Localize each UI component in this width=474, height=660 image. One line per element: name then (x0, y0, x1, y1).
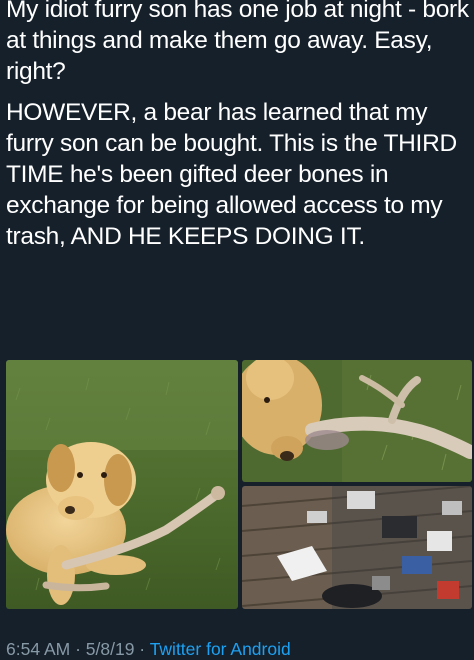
photo-dog-sniffing-bone[interactable] (242, 360, 472, 482)
photo-dog-with-bone[interactable] (6, 360, 238, 609)
tweet-date: 5/8/19 (85, 639, 135, 659)
tweet-time: 6:54 AM (6, 639, 71, 659)
tweet-meta: 6:54 AM · 5/8/19 · Twitter for Android (6, 638, 291, 660)
tweet-paragraph-2: HOWEVER, a bear has learned that my furr… (6, 99, 457, 250)
photo-scattered-trash[interactable] (242, 486, 472, 609)
tweet-source-link[interactable]: Twitter for Android (150, 639, 291, 659)
meta-separator: · (70, 639, 86, 659)
meta-separator: · (134, 639, 150, 659)
tweet-paragraph-1: My idiot furry son has one job at night … (6, 0, 469, 85)
media-grid (6, 360, 472, 609)
tweet-text: My idiot furry son has one job at night … (6, 0, 472, 262)
